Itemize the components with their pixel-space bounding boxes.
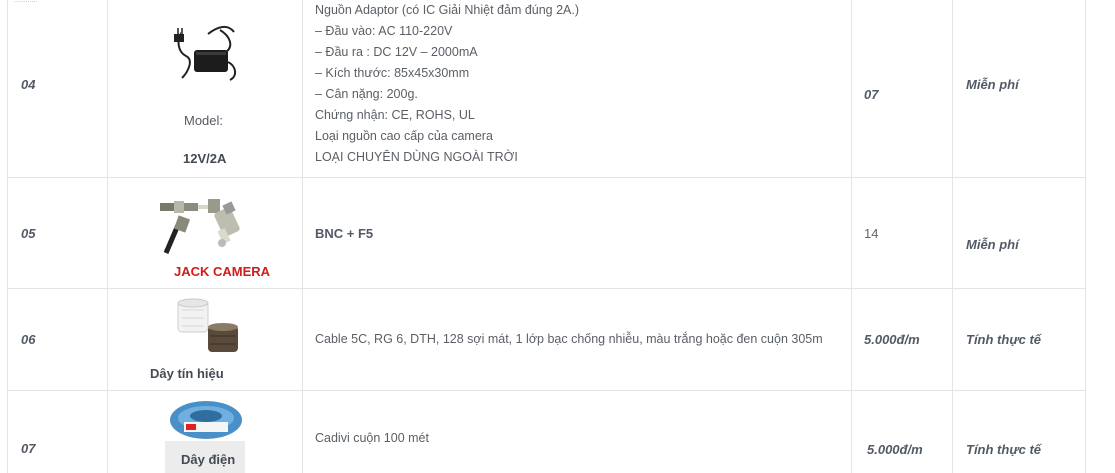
jack-camera-label: JACK CAMERA (174, 264, 271, 279)
description-line: LOẠI CHUYÊN DÙNG NGOÀI TRỜI (315, 150, 518, 164)
row-number: 05 (21, 226, 36, 241)
description: BNC + F5 (315, 226, 374, 241)
description-line: – Kích thước: 85x45x30mm (315, 66, 470, 80)
table-border-left (7, 0, 8, 473)
description-line: – Đầu ra : DC 12V – 2000mA (315, 45, 478, 59)
price: Miễn phí (966, 77, 1019, 92)
model-label: Model: (184, 113, 224, 128)
page-margin (1089, 0, 1115, 473)
quantity: 5.000đ/m (867, 442, 923, 457)
description: Cable 5C, RG 6, DTH, 128 sợi mát, 1 lớp … (315, 332, 823, 346)
price: Miễn phí (966, 237, 1019, 252)
quantity: 14 (864, 226, 879, 241)
quantity: 07 (864, 87, 879, 102)
row-number: 04 (21, 77, 36, 92)
description-line: – Đầu vào: AC 110-220V (315, 24, 453, 38)
description: Nguồn Adaptor (có IC Giải Nhiệt đảm đúng… (315, 0, 579, 168)
model-value: 12V/2A (183, 151, 227, 166)
description: Cadivi cuộn 100 mét (315, 431, 429, 445)
row-divider (7, 177, 1086, 178)
table-border-right (1085, 0, 1086, 473)
column-divider (107, 0, 108, 473)
description-line: Nguồn Adaptor (có IC Giải Nhiệt đảm đúng… (315, 3, 580, 17)
signal-cable-label: Dây tín hiệu (150, 366, 224, 381)
cable-roll-icon (177, 298, 238, 352)
top-fragment-text: ............ (14, 0, 38, 4)
row-divider (7, 390, 1086, 391)
bnc-connector-icon (160, 199, 240, 254)
price: Tính thực tế (966, 332, 1041, 347)
description-line: – Cân nặng: 200g. (315, 87, 418, 101)
description-line: Chứng nhận: CE, ROHS, UL (315, 108, 475, 122)
column-divider (302, 0, 303, 473)
row-number: 06 (21, 332, 36, 347)
electric-wire-roll-icon (170, 401, 242, 439)
power-adapter-icon (174, 26, 236, 81)
row-number: 07 (21, 441, 36, 456)
row-divider (7, 288, 1086, 289)
product-table: ............ 04 Model: 12V/2A Nguồn Adap… (0, 0, 1115, 473)
description-line: Loại nguồn cao cấp của camera (315, 129, 493, 143)
column-divider (851, 0, 852, 473)
quantity: 5.000đ/m (864, 332, 920, 347)
electric-wire-label: Dây điện (181, 452, 236, 467)
column-divider (952, 0, 953, 473)
price: Tính thực tế (966, 442, 1041, 457)
